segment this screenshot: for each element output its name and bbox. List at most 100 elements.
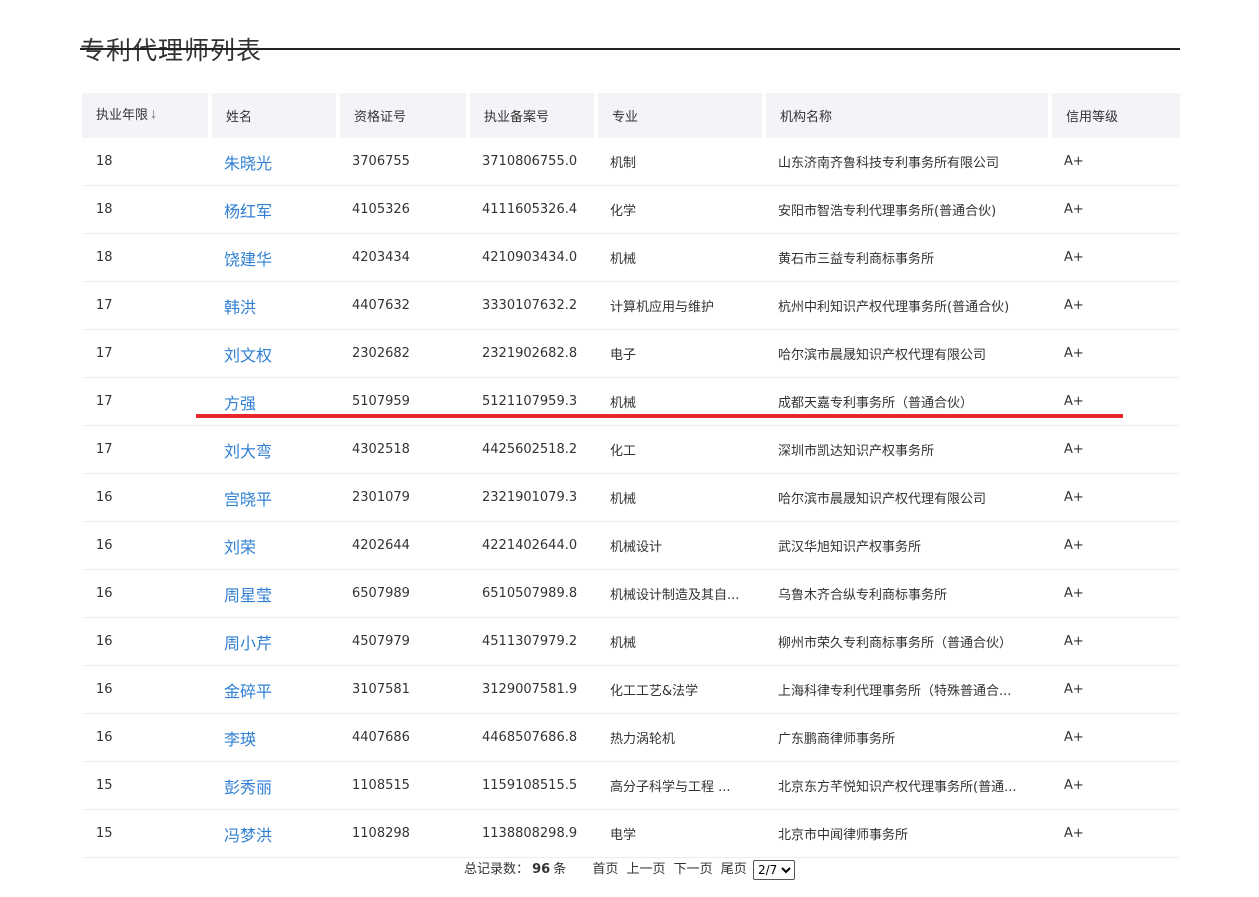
table-row: 16 宫晓平 2301079 2321901079.3 机械 哈尔滨市晨晟知识产权代理有限… [82, 473, 1180, 522]
cell-years: 18 [82, 138, 210, 186]
table-row: 16 周星莹 6507989 6510507989.8 机械设计制造及其自... 乌鲁木齐… [82, 569, 1180, 618]
cell-years: 15 [82, 761, 210, 810]
total-count: 96 [532, 862, 551, 877]
cell-name: 杨红军 [210, 185, 338, 234]
cell-name: 方强 [210, 377, 338, 426]
cell-credit: A+ [1050, 713, 1180, 762]
cell-org: 广东鹏商律师事务所 [764, 713, 1050, 762]
table-row: 18 饶建华 4203434 4210903434.0 机械 黄石市三益专利商标事务所 A+ [82, 233, 1180, 282]
cell-record-no: 6510507989.8 [468, 569, 596, 618]
last-page-link[interactable]: 尾页 [721, 862, 747, 877]
agent-name-link[interactable]: 金碎平 [224, 682, 272, 701]
agent-name-link[interactable]: 朱晓光 [224, 154, 272, 173]
title-divider [80, 48, 1180, 50]
cell-major: 机械 [596, 233, 764, 282]
agent-name-link[interactable]: 韩洪 [224, 298, 256, 317]
cell-name: 冯梦洪 [210, 809, 338, 858]
header-record-no: 执业备案号 [468, 93, 598, 138]
agent-name-link[interactable]: 刘大弯 [224, 442, 272, 461]
agent-name-link[interactable]: 冯梦洪 [224, 826, 272, 845]
cell-name: 周星莹 [210, 569, 338, 618]
cell-record-no: 4111605326.4 [468, 185, 596, 234]
cell-record-no: 4210903434.0 [468, 233, 596, 282]
cell-record-no: 1138808298.9 [468, 809, 596, 858]
pagination: 总记录数： 96 条 首页 上一页 下一页 尾页 2/7 [0, 858, 1259, 880]
cell-record-no: 2321901079.3 [468, 473, 596, 522]
cell-major: 电子 [596, 329, 764, 378]
table-row: 16 周小芹 4507979 4511307979.2 机械 柳州市荣久专利商标事务所（普… [82, 617, 1180, 666]
agent-name-link[interactable]: 宫晓平 [224, 490, 272, 509]
cell-cert-no: 1108298 [338, 809, 468, 858]
cell-org: 安阳市智浩专利代理事务所(普通合伙) [764, 185, 1050, 234]
cell-cert-no: 1108515 [338, 761, 468, 810]
cell-years: 15 [82, 809, 210, 858]
cell-cert-no: 6507989 [338, 569, 468, 618]
next-page-link[interactable]: 下一页 [674, 862, 713, 877]
cell-major: 化学 [596, 185, 764, 234]
cell-org: 山东济南齐鲁科技专利事务所有限公司 [764, 138, 1050, 186]
cell-name: 金碎平 [210, 665, 338, 714]
header-name: 姓名 [210, 93, 340, 138]
page-select[interactable]: 2/7 [752, 859, 795, 880]
cell-record-no: 3330107632.2 [468, 281, 596, 330]
agent-name-link[interactable]: 李瑛 [224, 730, 256, 749]
table-row: 16 刘荣 4202644 4221402644.0 机械设计 武汉华旭知识产权事务所 A+ [82, 521, 1180, 570]
cell-major: 机制 [596, 138, 764, 186]
agent-name-link[interactable]: 刘荣 [224, 538, 256, 557]
cell-major: 机械设计制造及其自... [596, 569, 764, 618]
agent-name-link[interactable]: 周小芹 [224, 634, 272, 653]
cell-cert-no: 4105326 [338, 185, 468, 234]
cell-credit: A+ [1050, 569, 1180, 618]
cell-record-no: 4221402644.0 [468, 521, 596, 570]
agent-table: 执业年限 🠗 姓名 资格证号 执业备案号 专业 机构名称 信用等级 18 朱晓光 37… [82, 93, 1180, 858]
cell-org: 成都天嘉专利事务所（普通合伙） [764, 377, 1050, 426]
first-page-link[interactable]: 首页 [592, 862, 618, 877]
cell-cert-no: 2301079 [338, 473, 468, 522]
cell-name: 朱晓光 [210, 138, 338, 186]
cell-name: 饶建华 [210, 233, 338, 282]
cell-name: 韩洪 [210, 281, 338, 330]
cell-org: 哈尔滨市晨晟知识产权代理有限公司 [764, 473, 1050, 522]
cell-major: 高分子科学与工程 ... [596, 761, 764, 810]
cell-record-no: 2321902682.8 [468, 329, 596, 378]
cell-credit: A+ [1050, 617, 1180, 666]
cell-org: 柳州市荣久专利商标事务所（普通合伙） [764, 617, 1050, 666]
total-unit: 条 [553, 862, 567, 877]
cell-years: 16 [82, 665, 210, 714]
cell-record-no: 4511307979.2 [468, 617, 596, 666]
cell-years: 16 [82, 521, 210, 570]
cell-major: 机械 [596, 377, 764, 426]
agent-name-link[interactable]: 方强 [224, 394, 256, 413]
cell-org: 武汉华旭知识产权事务所 [764, 521, 1050, 570]
agent-name-link[interactable]: 周星莹 [224, 586, 272, 605]
cell-major: 机械 [596, 617, 764, 666]
agent-name-link[interactable]: 饶建华 [224, 250, 272, 269]
cell-years: 16 [82, 473, 210, 522]
cell-record-no: 4425602518.2 [468, 425, 596, 474]
table-row: 16 金碎平 3107581 3129007581.9 化工工艺&法学 上海科律专利代理事… [82, 665, 1180, 714]
cell-credit: A+ [1050, 521, 1180, 570]
cell-years: 18 [82, 185, 210, 234]
cell-record-no: 1159108515.5 [468, 761, 596, 810]
cell-cert-no: 4202644 [338, 521, 468, 570]
agent-name-link[interactable]: 彭秀丽 [224, 778, 272, 797]
arrow-down-icon[interactable]: 🠗 [151, 108, 156, 122]
header-credit: 信用等级 [1050, 93, 1180, 138]
cell-cert-no: 4302518 [338, 425, 468, 474]
cell-credit: A+ [1050, 233, 1180, 282]
header-cert-no: 资格证号 [338, 93, 470, 138]
prev-page-link[interactable]: 上一页 [626, 862, 665, 877]
cell-credit: A+ [1050, 185, 1180, 234]
cell-record-no: 3710806755.0 [468, 138, 596, 186]
cell-cert-no: 2302682 [338, 329, 468, 378]
header-years[interactable]: 执业年限 🠗 [82, 93, 212, 138]
cell-credit: A+ [1050, 665, 1180, 714]
cell-major: 电学 [596, 809, 764, 858]
cell-credit: A+ [1050, 425, 1180, 474]
cell-org: 哈尔滨市晨晟知识产权代理有限公司 [764, 329, 1050, 378]
cell-credit: A+ [1050, 281, 1180, 330]
cell-years: 16 [82, 713, 210, 762]
agent-name-link[interactable]: 刘文权 [224, 346, 272, 365]
agent-name-link[interactable]: 杨红军 [224, 202, 272, 221]
cell-record-no: 5121107959.3 [468, 377, 596, 426]
